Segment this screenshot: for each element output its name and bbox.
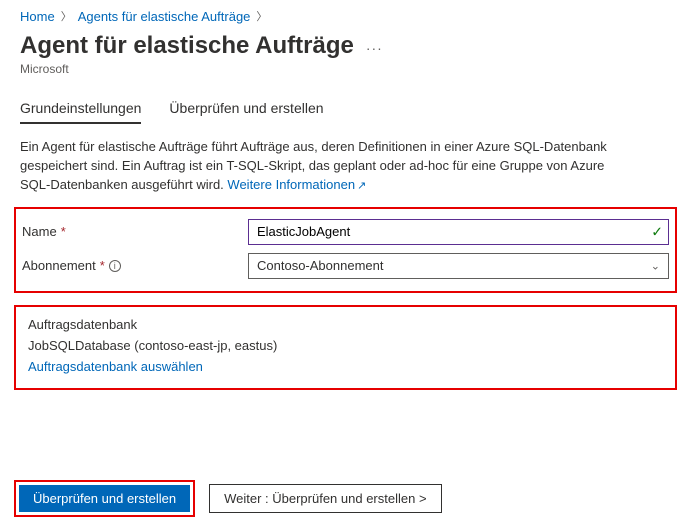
tab-basics[interactable]: Grundeinstellungen: [20, 100, 141, 124]
description-text: Ein Agent für elastische Aufträge führt …: [0, 124, 650, 199]
breadcrumb: Home 〉 Agents für elastische Aufträge 〉: [0, 0, 691, 28]
breadcrumb-parent[interactable]: Agents für elastische Aufträge: [78, 9, 251, 24]
info-icon[interactable]: i: [109, 260, 121, 272]
subscription-select[interactable]: Contoso-Abonnement ⌄: [248, 253, 669, 279]
name-label-text: Name: [22, 224, 57, 239]
form-section: Name * ✓ Abonnement * i Contoso-Abonneme…: [14, 207, 677, 293]
next-button[interactable]: Weiter : Überprüfen und erstellen >: [209, 484, 441, 513]
publisher-label: Microsoft: [20, 62, 671, 76]
breadcrumb-home[interactable]: Home: [20, 9, 55, 24]
subscription-value: Contoso-Abonnement: [257, 258, 383, 273]
page-header: Agent für elastische Aufträge ··· Micros…: [0, 28, 691, 82]
subscription-label-text: Abonnement: [22, 258, 96, 273]
subscription-label: Abonnement * i: [22, 258, 248, 273]
chevron-right-icon: 〉: [61, 8, 72, 24]
primary-button-highlight: Überprüfen und erstellen: [14, 480, 195, 517]
name-input[interactable]: [248, 219, 669, 245]
chevron-right-icon: 〉: [256, 8, 267, 24]
required-indicator: *: [100, 258, 105, 273]
job-database-section: Auftragsdatenbank JobSQLDatabase (contos…: [14, 305, 677, 390]
footer-actions: Überprüfen und erstellen Weiter : Überpr…: [0, 470, 691, 531]
tab-bar: Grundeinstellungen Überprüfen und erstel…: [0, 82, 691, 124]
name-label: Name *: [22, 224, 248, 239]
learn-more-link[interactable]: Weitere Informationen↗: [227, 177, 366, 192]
page-title: Agent für elastische Aufträge: [20, 32, 354, 60]
row-subscription: Abonnement * i Contoso-Abonnement ⌄: [22, 249, 669, 283]
row-name: Name * ✓: [22, 215, 669, 249]
review-create-button[interactable]: Überprüfen und erstellen: [19, 485, 190, 512]
job-database-value: JobSQLDatabase (contoso-east-jp, eastus): [28, 338, 663, 353]
required-indicator: *: [61, 224, 66, 239]
select-job-database-link[interactable]: Auftragsdatenbank auswählen: [28, 359, 203, 374]
chevron-down-icon: ⌄: [651, 259, 660, 272]
external-link-icon: ↗: [357, 180, 366, 192]
more-actions-icon[interactable]: ···: [366, 40, 383, 56]
job-database-heading: Auftragsdatenbank: [28, 317, 663, 332]
tab-review[interactable]: Überprüfen und erstellen: [169, 100, 323, 124]
learn-more-label: Weitere Informationen: [227, 177, 355, 192]
